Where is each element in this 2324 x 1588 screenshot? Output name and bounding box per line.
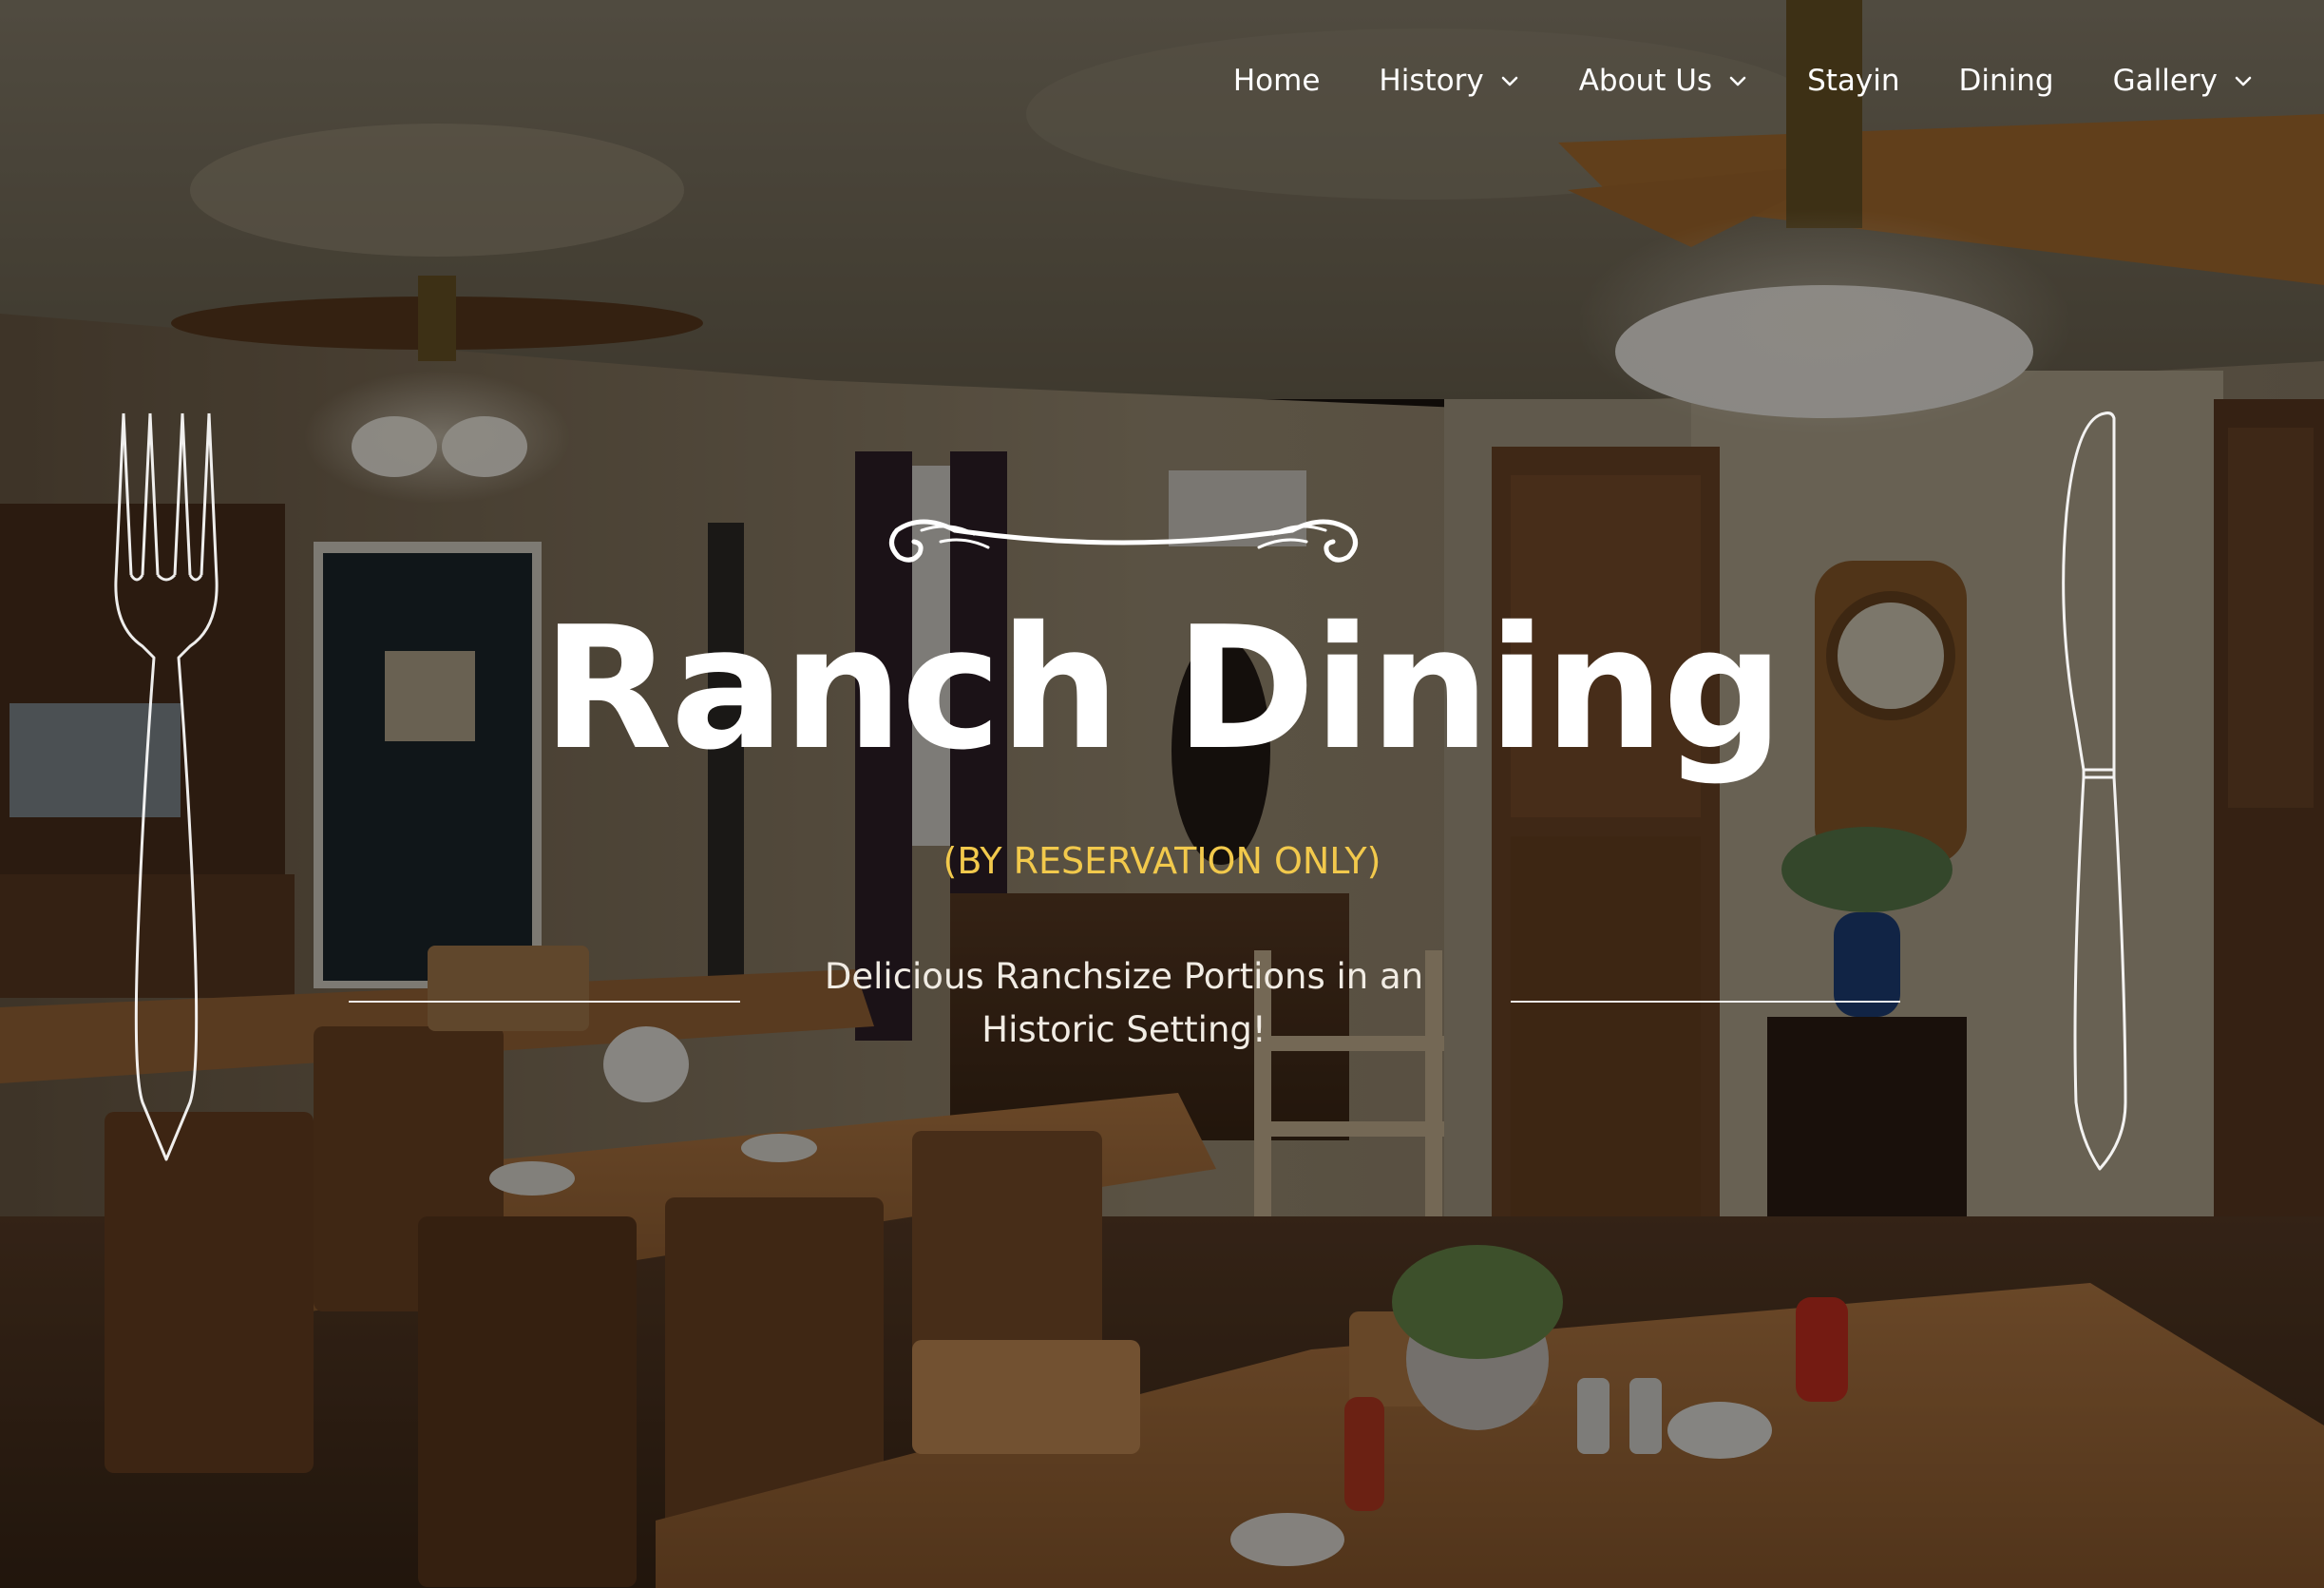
nav-item-about-us[interactable]: About Us	[1579, 64, 1748, 98]
nav-item-label: History	[1379, 64, 1484, 98]
tagline-line-1: Delicious Ranchsize Portions in an	[824, 956, 1424, 997]
chevron-down-icon[interactable]	[1727, 70, 1748, 91]
tagline: Delicious Ranchsize Portions in an Histo…	[801, 950, 1447, 1057]
nav-item-label: Home	[1232, 64, 1321, 98]
hero-section: Home History About Us Stayin Dining Gall…	[0, 0, 2324, 1588]
nav-item-label: Dining	[1958, 64, 2054, 98]
nav-item-history[interactable]: History	[1379, 64, 1519, 98]
fork-icon	[114, 412, 219, 1161]
main-navigation: Home History About Us Stayin Dining Gall…	[1233, 49, 2254, 112]
chevron-down-icon[interactable]	[1499, 70, 1520, 91]
flourish-divider-icon	[889, 519, 1358, 563]
nav-item-label: Stayin	[1807, 64, 1900, 98]
knife-icon	[2062, 411, 2127, 1171]
page-title: Ranch Dining	[542, 590, 1784, 787]
dining-room-background-image	[0, 0, 2324, 1588]
nav-item-label: About Us	[1578, 64, 1713, 98]
chevron-down-icon[interactable]	[2233, 70, 2254, 91]
divider-line-right	[1511, 1001, 1900, 1003]
nav-item-dining[interactable]: Dining	[1959, 64, 2054, 98]
nav-item-gallery[interactable]: Gallery	[2113, 64, 2254, 98]
nav-item-home[interactable]: Home	[1233, 64, 1321, 98]
divider-line-left	[349, 1001, 740, 1003]
nav-item-label: Gallery	[2112, 64, 2218, 98]
nav-item-stayin[interactable]: Stayin	[1807, 64, 1899, 98]
tagline-line-2: Historic Setting!	[981, 1009, 1267, 1050]
reservation-note: (BY RESERVATION ONLY)	[943, 840, 1381, 882]
